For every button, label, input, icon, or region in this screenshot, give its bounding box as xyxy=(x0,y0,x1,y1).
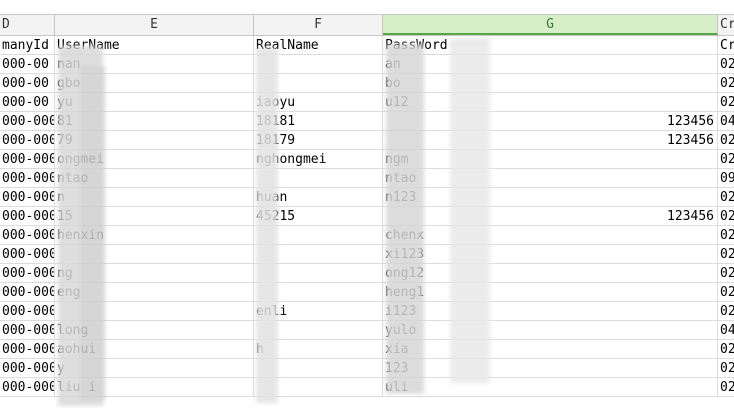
column-header-f[interactable]: F xyxy=(254,15,383,35)
spreadsheet[interactable]: D E F G Cr manyIdUserNameRealNamePassWor… xyxy=(0,0,734,408)
redaction-overlay xyxy=(0,36,734,408)
column-header-g-selected[interactable]: G xyxy=(383,15,718,35)
formula-bar-edge xyxy=(0,0,734,15)
column-header-e[interactable]: E xyxy=(55,15,254,35)
column-header-bar: D E F G Cr xyxy=(0,15,734,36)
column-header-h[interactable]: Cr xyxy=(718,15,734,35)
column-header-d[interactable]: D xyxy=(0,15,55,35)
